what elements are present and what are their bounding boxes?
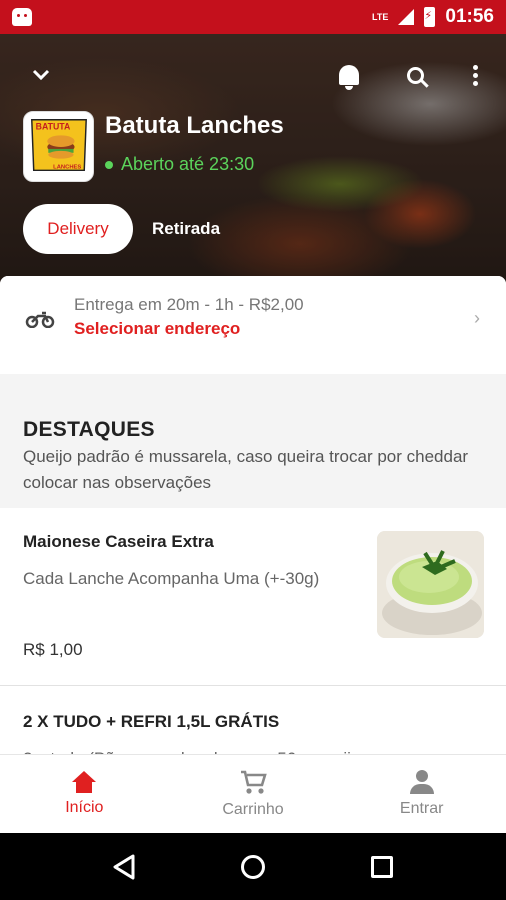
nav-login-label: Entrar [399, 800, 444, 817]
open-status: Aberto até 23:30 [105, 154, 254, 175]
svg-text:BATUTA: BATUTA [36, 121, 71, 131]
mayonnaise-bowl-image [377, 531, 484, 638]
user-icon [409, 770, 434, 794]
item-price: R$ 1,00 [23, 640, 83, 659]
store-name: Batuta Lanches [105, 112, 284, 139]
clock: 01:56 [445, 6, 494, 27]
chevron-down-icon [32, 69, 50, 81]
nav-cart[interactable]: Carrinho [169, 755, 338, 833]
network-type: LTE [372, 12, 389, 22]
open-status-dot-icon [105, 160, 113, 169]
select-address-link[interactable]: Selecionar endereço [74, 319, 240, 339]
item-photo [377, 531, 484, 638]
system-navigation-bar [0, 833, 506, 900]
menu-item[interactable]: 2 X TUDO + REFRI 1,5L GRÁTIS 2 x tudo (P… [0, 686, 506, 754]
tab-delivery[interactable]: Delivery [23, 204, 133, 254]
home-icon [72, 771, 97, 793]
cart-icon [241, 770, 267, 794]
android-notification-icon [12, 8, 32, 26]
svg-text:LANCHES: LANCHES [53, 164, 81, 170]
motorcycle-icon [25, 311, 55, 328]
item-name: 2 X TUDO + REFRI 1,5L GRÁTIS [23, 712, 280, 731]
back-triangle-icon [113, 854, 135, 879]
tab-pickup[interactable]: Retirada [140, 204, 232, 254]
nav-login[interactable]: Entrar [337, 755, 506, 833]
recents-square-icon [370, 855, 393, 878]
search-button[interactable] [400, 60, 430, 90]
bottom-navigation: Início Carrinho Entrar [0, 754, 506, 833]
home-circle-icon [240, 854, 265, 879]
section-title: DESTAQUES [23, 418, 155, 441]
delivery-time-fee: Entrega em 20m - 1h - R$2,00 [74, 295, 304, 314]
notifications-button[interactable] [334, 60, 364, 90]
nav-cart-label: Carrinho [222, 801, 284, 818]
nav-home-label: Início [65, 799, 104, 816]
system-recents-button[interactable] [362, 847, 402, 887]
item-description: 2 x tudo (Pão, carne hamburguer 56g, que… [23, 746, 463, 754]
nav-home[interactable]: Início [0, 755, 169, 833]
batuta-logo-icon: BATUTA LANCHES [31, 119, 87, 172]
search-icon [406, 66, 424, 84]
more-vert-icon [472, 64, 478, 86]
signal-icon [398, 9, 415, 25]
system-home-button[interactable] [233, 847, 273, 887]
item-description: Cada Lanche Acompanha Uma (+-30g) [23, 569, 320, 588]
delivery-address-card[interactable]: Entrega em 20m - 1h - R$2,00 Selecionar … [0, 276, 506, 374]
section-description: Queijo padrão é mussarela, caso queira t… [23, 447, 469, 492]
section-header: DESTAQUES Queijo padrão é mussarela, cas… [0, 374, 506, 508]
status-bar: LTE 01:56 [0, 0, 506, 34]
menu-item[interactable]: Maionese Caseira Extra Cada Lanche Acomp… [0, 508, 506, 686]
more-options-button[interactable] [460, 60, 490, 90]
chevron-right-icon: › [474, 308, 480, 328]
store-logo: BATUTA LANCHES [23, 111, 94, 182]
collapse-button[interactable] [26, 60, 56, 90]
system-back-button[interactable] [104, 847, 144, 887]
store-content[interactable]: Entrega em 20m - 1h - R$2,00 Selecionar … [0, 276, 506, 754]
open-status-text: Aberto até 23:30 [121, 154, 255, 174]
bell-icon [339, 65, 359, 90]
status-indicators: LTE 01:56 [372, 6, 494, 28]
item-name: Maionese Caseira Extra [23, 532, 214, 551]
battery-charging-icon [424, 7, 436, 27]
